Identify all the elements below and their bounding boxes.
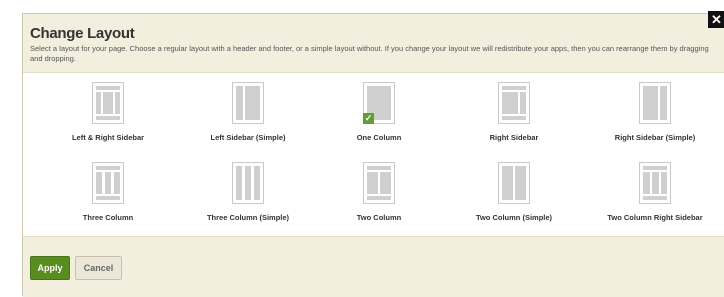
one-column-icon: ✓ (363, 82, 395, 124)
dialog-header: Change Layout Select a layout for your p… (23, 11, 724, 73)
two-column-icon (363, 162, 395, 204)
layout-option-left-right-sidebar[interactable]: Left & Right Sidebar (38, 82, 178, 142)
layout-option-three-column-simple[interactable]: Three Column (Simple) (178, 162, 318, 222)
layout-label: Two Column (Simple) (475, 213, 553, 222)
layout-label: Three Column (82, 213, 134, 222)
left-sidebar-simple-icon (232, 82, 264, 124)
right-sidebar-icon (498, 82, 530, 124)
layout-option-two-column-simple[interactable]: Two Column (Simple) (444, 162, 584, 222)
layout-option-two-column[interactable]: Two Column (309, 162, 449, 222)
layout-label: Left & Right Sidebar (71, 133, 145, 142)
layout-label: Right Sidebar (489, 133, 539, 142)
checkmark-icon: ✓ (363, 113, 374, 124)
layout-option-two-column-right-sidebar[interactable]: Two Column Right Sidebar (585, 162, 724, 222)
two-column-right-sidebar-icon (639, 162, 671, 204)
right-sidebar-simple-icon (639, 82, 671, 124)
layout-label: Left Sidebar (Simple) (210, 133, 286, 142)
cancel-button[interactable]: Cancel (75, 256, 122, 280)
apply-button[interactable]: Apply (30, 256, 70, 280)
layout-option-left-sidebar-simple[interactable]: Left Sidebar (Simple) (178, 82, 318, 142)
layout-label: One Column (356, 133, 402, 142)
three-column-icon (92, 162, 124, 204)
layout-label: Three Column (Simple) (206, 213, 290, 222)
layout-option-right-sidebar-simple[interactable]: Right Sidebar (Simple) (585, 82, 724, 142)
dialog-footer: Apply Cancel (23, 236, 724, 297)
layout-option-three-column[interactable]: Three Column (38, 162, 178, 222)
layout-label: Right Sidebar (Simple) (614, 133, 696, 142)
dialog-title: Change Layout (30, 25, 135, 42)
three-column-simple-icon (232, 162, 264, 204)
layout-option-one-column[interactable]: ✓ One Column (309, 82, 449, 142)
dialog-description: Select a layout for your page. Choose a … (30, 44, 709, 63)
layout-option-right-sidebar[interactable]: Right Sidebar (444, 82, 584, 142)
change-layout-dialog: Change Layout Select a layout for your p… (22, 11, 724, 297)
close-icon[interactable]: ✕ (708, 11, 724, 28)
two-column-simple-icon (498, 162, 530, 204)
layout-label: Two Column Right Sidebar (607, 213, 703, 222)
layout-label: Two Column (356, 213, 402, 222)
left-right-sidebar-icon (92, 82, 124, 124)
